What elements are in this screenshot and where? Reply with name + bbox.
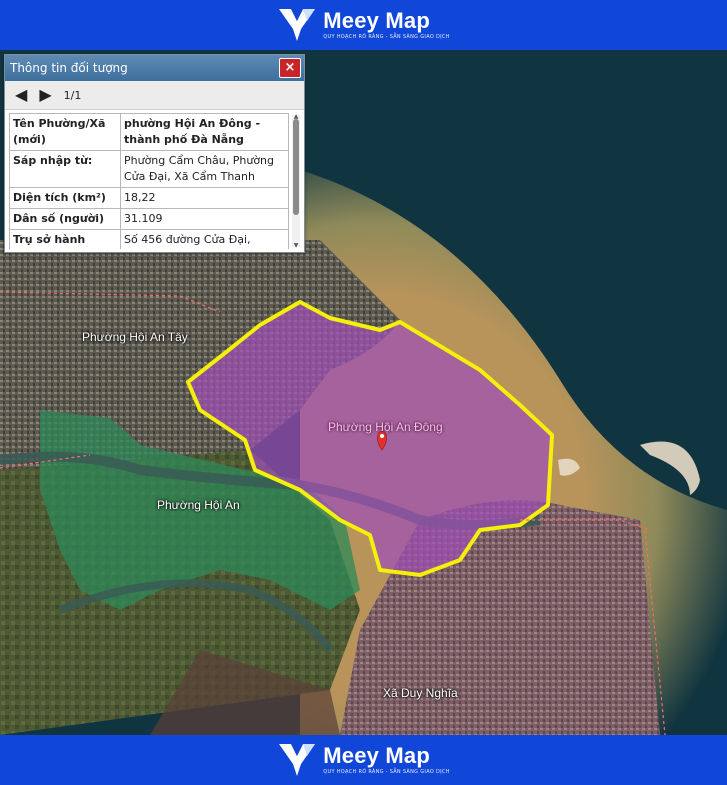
- scroll-thumb[interactable]: [293, 119, 299, 215]
- panel-title: Thông tin đối tượng: [10, 61, 128, 75]
- pager: ◀ ▶ 1/1: [5, 81, 304, 110]
- brand-logo[interactable]: Meey Map QUY HOẠCH RÕ RÀNG - SẴN SÀNG GI…: [277, 7, 449, 43]
- row-key: Sáp nhập từ:: [9, 150, 121, 188]
- brand-logo-bottom[interactable]: Meey Map QUY HOẠCH RÕ RÀNG - SẴN SÀNG GI…: [277, 742, 449, 778]
- row-value: Phường Cẩm Châu, Phường Cửa Đại, Xã Cẩm …: [120, 150, 289, 188]
- brand-tagline: QUY HOẠCH RÕ RÀNG - SẴN SÀNG GIAO DỊCH: [323, 34, 450, 40]
- bottom-brand-bar: Meey Map QUY HOẠCH RÕ RÀNG - SẴN SÀNG GI…: [0, 735, 727, 785]
- label-hoi-an-dong: Phường Hội An Đông: [328, 420, 443, 434]
- close-button[interactable]: ×: [279, 58, 301, 78]
- row-key: Dân số (người): [9, 208, 121, 230]
- meey-logo-icon: [279, 9, 316, 41]
- panel-scrollbar[interactable]: ▲ ▼: [292, 113, 300, 249]
- meey-logo-icon: [279, 744, 316, 776]
- row-value: phường Hội An Đông - thành phố Đà Nẵng: [120, 113, 289, 151]
- info-table-container[interactable]: Tên Phường/Xã (mới) phường Hội An Đông -…: [9, 113, 289, 249]
- table-row: Sáp nhập từ: Phường Cẩm Châu, Phường Cửa…: [9, 150, 289, 188]
- table-row: Tên Phường/Xã (mới) phường Hội An Đông -…: [9, 113, 289, 151]
- brand-name: Meey Map: [323, 743, 430, 768]
- scroll-down-icon[interactable]: ▼: [292, 242, 300, 249]
- table-row: Dân số (người) 31.109: [9, 208, 289, 230]
- brand-name: Meey Map: [323, 8, 430, 33]
- panel-header: Thông tin đối tượng ×: [5, 55, 304, 81]
- label-duy-nghia: Xã Duy Nghĩa: [383, 686, 458, 700]
- row-value: 31.109: [120, 208, 289, 230]
- feature-info-panel: Thông tin đối tượng × ◀ ▶ 1/1 Tên Phường…: [4, 54, 305, 253]
- brand-tagline: QUY HOẠCH RÕ RÀNG - SẴN SÀNG GIAO DỊCH: [323, 769, 450, 775]
- top-brand-bar: Meey Map QUY HOẠCH RÕ RÀNG - SẴN SÀNG GI…: [0, 0, 727, 50]
- pager-count: 1/1: [63, 88, 82, 102]
- label-hoi-an: Phường Hội An: [157, 498, 240, 512]
- label-hoi-an-tay: Phường Hội An Tây: [82, 330, 188, 344]
- info-table: Tên Phường/Xã (mới) phường Hội An Đông -…: [9, 113, 289, 249]
- prev-arrow-icon[interactable]: ◀: [15, 87, 27, 103]
- row-key: Tên Phường/Xã (mới): [9, 113, 121, 151]
- table-row: Diện tích (km²) 18,22: [9, 187, 289, 209]
- row-key: Trụ sở hành chính (mới): [9, 229, 121, 249]
- row-value: Số 456 đường Cửa Đại, phường Hội An Đông: [120, 229, 289, 249]
- next-arrow-icon[interactable]: ▶: [39, 87, 51, 103]
- row-value: 18,22: [120, 187, 289, 209]
- row-key: Diện tích (km²): [9, 187, 121, 209]
- table-row: Trụ sở hành chính (mới) Số 456 đường Cửa…: [9, 229, 289, 249]
